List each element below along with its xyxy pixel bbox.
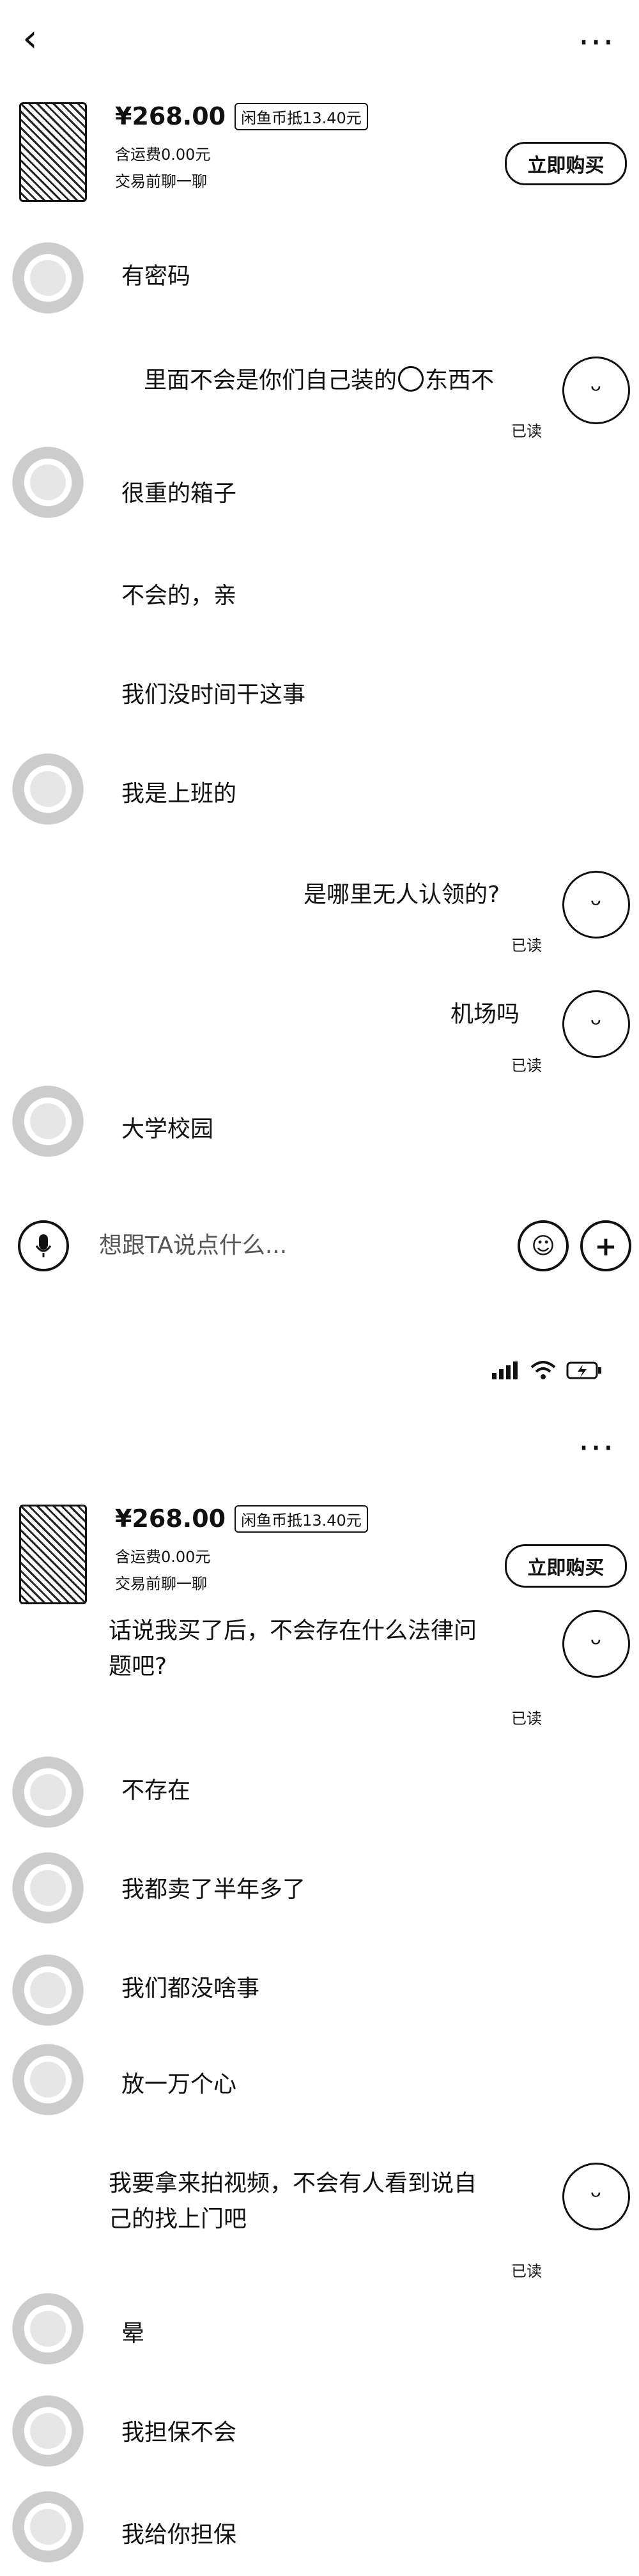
seller-avatar[interactable] — [6, 2287, 89, 2370]
read-receipt: 已读 — [511, 1057, 542, 1075]
buy-now-button[interactable]: 立即购买 — [505, 1544, 627, 1588]
message-right: 话说我买了后，不会存在什么法律问 题吧? — [109, 1618, 477, 1680]
message-left: 我都卖了半年多了 — [121, 1876, 306, 1903]
read-receipt: 已读 — [511, 2262, 542, 2280]
message-left: 不会的，亲 — [121, 583, 237, 609]
seller-avatar[interactable] — [6, 1080, 89, 1163]
message-right: 我要拿来拍视频，不会有人看到说自 己的找上门吧 — [109, 2170, 477, 2232]
product-card[interactable]: ¥268.00 闲鱼币抵13.40元 含运费0.00元 交易前聊一聊 立即购买 — [19, 102, 627, 202]
read-receipt: 已读 — [511, 937, 542, 954]
emoji-picker-icon[interactable]: ☺ — [518, 1220, 569, 1271]
buyer-avatar[interactable]: ᵕ — [562, 871, 630, 939]
back-icon[interactable]: ‹ — [22, 19, 38, 57]
message-left: 不存在 — [121, 1777, 191, 1804]
message-left: 我给你担保 — [121, 2522, 237, 2548]
status-bar-icons — [492, 1361, 602, 1380]
buy-now-button[interactable]: 立即购买 — [505, 142, 627, 185]
wifi-icon — [530, 1361, 556, 1379]
seller-avatar[interactable] — [6, 1846, 89, 1929]
buyer-avatar[interactable]: ᵕ — [562, 990, 630, 1058]
product-card[interactable]: ¥268.00 闲鱼币抵13.40元 含运费0.00元 交易前聊一聊 立即购买 — [19, 1505, 627, 1604]
shipping-text: 含运费0.00元 — [115, 1548, 211, 1566]
seller-avatar[interactable] — [6, 2038, 89, 2121]
product-price: ¥268.00 — [115, 1505, 226, 1533]
message-left: 晕 — [121, 2320, 145, 2347]
buyer-avatar[interactable]: ᵕ — [562, 1610, 630, 1678]
seller-avatar[interactable] — [6, 747, 89, 831]
coin-deduct-badge: 闲鱼币抵13.40元 — [235, 1505, 368, 1533]
buyer-avatar[interactable]: ᵕ — [562, 356, 630, 424]
message-input[interactable]: 想跟TA说点什么... — [99, 1227, 482, 1260]
chat-hint-text: 交易前聊一聊 — [115, 172, 207, 190]
message-left: 大学校园 — [121, 1116, 214, 1142]
shipping-text: 含运费0.00元 — [115, 146, 211, 164]
message-right: 是哪里无人认领的? — [304, 882, 500, 908]
message-right: 机场吗 — [450, 1001, 520, 1027]
message-left: 放一万个心 — [121, 2071, 237, 2097]
buyer-avatar[interactable]: ᵕ — [562, 2163, 630, 2230]
seller-avatar[interactable] — [6, 236, 89, 319]
product-thumbnail — [19, 102, 87, 202]
product-price: ¥268.00 — [115, 102, 226, 130]
message-left: 我是上班的 — [121, 781, 237, 807]
seller-avatar[interactable] — [6, 1751, 89, 1834]
read-receipt: 已读 — [511, 422, 542, 440]
more-options-icon[interactable]: ··· — [578, 1431, 615, 1466]
read-receipt: 已读 — [511, 1710, 542, 1728]
signal-icon — [492, 1361, 518, 1379]
message-left: 有密码 — [121, 263, 191, 289]
seller-avatar[interactable] — [6, 1949, 89, 2032]
seller-avatar[interactable] — [6, 2485, 89, 2568]
seller-avatar[interactable] — [6, 2389, 89, 2472]
message-left: 很重的箱子 — [121, 480, 237, 507]
coin-deduct-badge: 闲鱼币抵13.40元 — [235, 102, 368, 130]
message-left: 我们都没啥事 — [121, 1975, 260, 2002]
product-thumbnail — [19, 1505, 87, 1604]
message-right: 里面不会是你们自己装的 东西不 — [144, 366, 495, 394]
message-left: 我担保不会 — [121, 2419, 237, 2446]
battery-icon — [566, 1361, 601, 1379]
voice-input-icon[interactable] — [18, 1220, 69, 1271]
add-attachment-icon[interactable]: + — [580, 1220, 631, 1271]
message-left: 我们没时间干这事 — [121, 682, 306, 708]
chat-hint-text: 交易前聊一聊 — [115, 1575, 207, 1593]
more-options-icon[interactable]: ··· — [578, 26, 615, 60]
smile-emoji-icon — [398, 366, 424, 392]
seller-avatar[interactable] — [6, 441, 89, 524]
